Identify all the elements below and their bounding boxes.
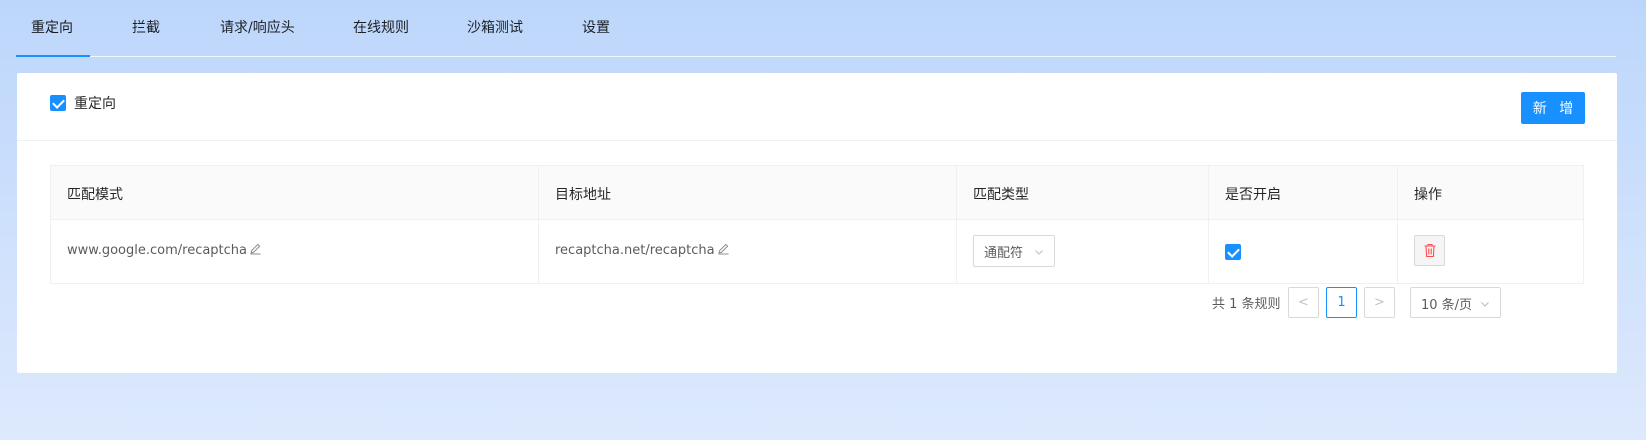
match-type-select[interactable]: 通配符 bbox=[973, 235, 1055, 267]
redirect-enable-checkbox[interactable] bbox=[50, 95, 66, 111]
pagination-next-button[interactable]: > bbox=[1364, 287, 1395, 318]
column-header-target: 目标地址 bbox=[539, 166, 957, 219]
tab-redirect[interactable]: 重定向 bbox=[31, 0, 73, 57]
table-row: www.google.com/recaptcha recaptcha.net/r… bbox=[51, 220, 1583, 284]
cell-actions bbox=[1398, 220, 1584, 284]
rule-enabled-checkbox[interactable] bbox=[1225, 244, 1241, 260]
delete-icon bbox=[1424, 243, 1436, 258]
tab-headers[interactable]: 请求/响应头 bbox=[220, 0, 295, 57]
rules-card: 重定向 新 增 匹配模式 目标地址 匹配类型 是否开启 操作 www.googl… bbox=[17, 73, 1617, 373]
match-type-value: 通配符 bbox=[984, 246, 1024, 261]
tab-intercept[interactable]: 拦截 bbox=[132, 0, 160, 57]
page-size-value: 10 条/页 bbox=[1421, 298, 1473, 313]
cell-match-type: 通配符 bbox=[957, 220, 1209, 284]
column-header-enabled: 是否开启 bbox=[1209, 166, 1398, 219]
table-header: 匹配模式 目标地址 匹配类型 是否开启 操作 bbox=[51, 166, 1583, 220]
cell-pattern: www.google.com/recaptcha bbox=[51, 220, 539, 284]
column-header-actions: 操作 bbox=[1414, 187, 1442, 203]
tab-sandbox-test[interactable]: 沙箱测试 bbox=[467, 0, 523, 57]
add-rule-button[interactable]: 新 增 bbox=[1521, 92, 1585, 124]
delete-rule-button[interactable] bbox=[1414, 235, 1445, 266]
cell-target: recaptcha.net/recaptcha bbox=[539, 220, 957, 284]
pattern-text: www.google.com/recaptcha bbox=[67, 243, 248, 258]
pagination-prev-button[interactable]: < bbox=[1288, 287, 1319, 318]
target-text: recaptcha.net/recaptcha bbox=[555, 243, 715, 258]
tab-ink-bar bbox=[16, 55, 90, 57]
column-header-match-type: 匹配类型 bbox=[957, 166, 1209, 219]
pagination-total: 共 1 条规则 bbox=[1212, 297, 1281, 312]
cell-enabled bbox=[1209, 220, 1398, 284]
column-header-pattern: 匹配模式 bbox=[51, 166, 539, 219]
tab-settings[interactable]: 设置 bbox=[582, 0, 610, 57]
redirect-enable-label[interactable]: 重定向 bbox=[74, 93, 116, 113]
edit-icon[interactable] bbox=[717, 242, 730, 259]
rules-table: 匹配模式 目标地址 匹配类型 是否开启 操作 www.google.com/re… bbox=[50, 165, 1584, 284]
chevron-down-icon bbox=[1034, 245, 1044, 261]
card-header: 重定向 新 增 bbox=[17, 73, 1617, 141]
page-size-select[interactable]: 10 条/页 bbox=[1410, 287, 1501, 318]
edit-icon[interactable] bbox=[249, 242, 262, 259]
pagination-page-1[interactable]: 1 bbox=[1326, 287, 1357, 318]
chevron-down-icon bbox=[1480, 297, 1490, 313]
tab-online-rules[interactable]: 在线规则 bbox=[353, 0, 409, 57]
tab-bar: 重定向 拦截 请求/响应头 在线规则 沙箱测试 设置 bbox=[16, 0, 1616, 57]
